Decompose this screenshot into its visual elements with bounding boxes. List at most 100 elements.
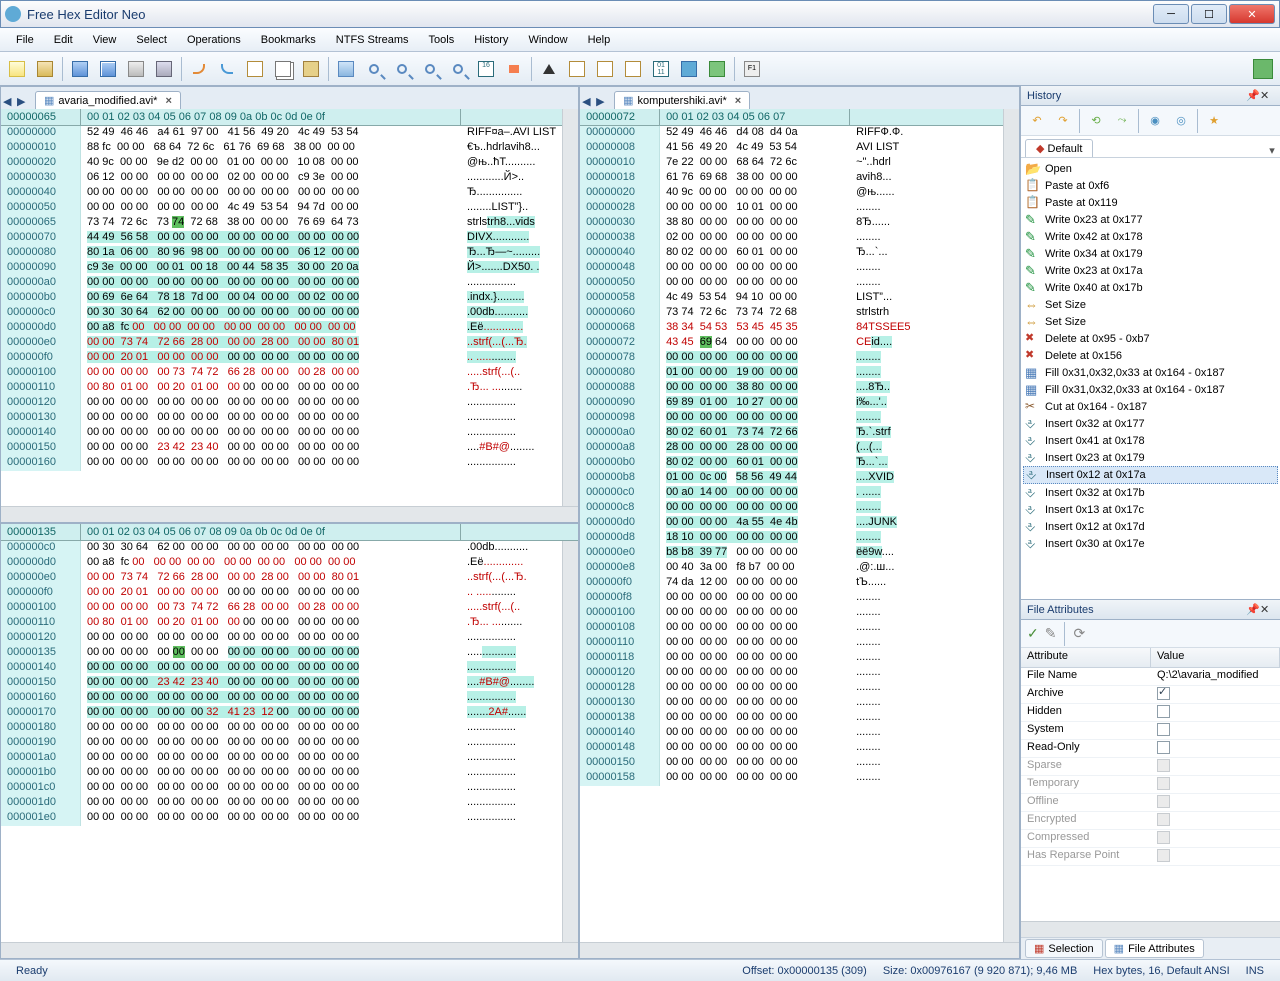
hex-row[interactable]: 0000015800 00 00 00 00 00 00 00........ xyxy=(580,771,1003,786)
scrollbar-horizontal[interactable] xyxy=(1021,921,1280,937)
fileattr-value[interactable] xyxy=(1151,830,1280,847)
hex-row[interactable]: 0000016000 00 00 00 00 00 00 00 00 00 00… xyxy=(1,456,562,471)
fileattr-value[interactable] xyxy=(1151,794,1280,811)
history-tab-dropdown[interactable]: ▾ xyxy=(1264,144,1280,157)
hex-row[interactable]: 0000006573 74 72 6c 73 74 72 68 38 00 00… xyxy=(1,216,562,231)
new-button[interactable] xyxy=(4,56,30,82)
hex-row[interactable]: 000000a000 00 00 00 00 00 00 00 00 00 00… xyxy=(1,276,562,291)
hist-clear-button[interactable]: ⟲ xyxy=(1084,109,1108,133)
fileattr-row[interactable]: Temporary xyxy=(1021,776,1280,794)
fileattr-value[interactable] xyxy=(1151,740,1280,757)
history-item[interactable]: Write 0x34 at 0x179 xyxy=(1023,245,1278,262)
fileattr-row[interactable]: Read-Only xyxy=(1021,740,1280,758)
hex-row[interactable]: 0000009800 00 00 00 00 00 00 00........ xyxy=(580,411,1003,426)
menu-file[interactable]: File xyxy=(6,31,44,49)
hex-row[interactable]: 0000000052 49 46 46 d4 08 d4 0aRIFFФ.Ф. xyxy=(580,126,1003,141)
hex-row[interactable]: 000000f800 00 00 00 00 00 00 00........ xyxy=(580,591,1003,606)
menu-ntfs-streams[interactable]: NTFS Streams xyxy=(326,31,419,49)
hex-row[interactable]: 000000f074 da 12 00 00 00 00 00tЪ...... xyxy=(580,576,1003,591)
hex-row[interactable]: 000000d818 10 00 00 00 00 00 00........ xyxy=(580,531,1003,546)
maximize-button[interactable]: ☐ xyxy=(1191,4,1227,24)
save-all-button[interactable] xyxy=(123,56,149,82)
hex-row[interactable]: 0000011000 80 01 00 00 20 01 00 00 00 00… xyxy=(1,616,562,631)
scrollbar-horizontal[interactable] xyxy=(1,506,578,522)
pin-icon[interactable]: 📌 xyxy=(1246,89,1260,102)
hex-row[interactable]: 000000584c 49 53 54 94 10 00 00LIST”... xyxy=(580,291,1003,306)
menu-edit[interactable]: Edit xyxy=(44,31,83,49)
menu-bookmarks[interactable]: Bookmarks xyxy=(251,31,326,49)
tab-komputershiki[interactable]: ▦ komputershiki.avi* × xyxy=(614,91,750,109)
tab-close-icon[interactable]: × xyxy=(735,95,741,107)
hex-row[interactable]: 0000008080 1a 06 00 80 96 98 00 00 00 00… xyxy=(1,246,562,261)
tool1-button[interactable] xyxy=(536,56,562,82)
hist-save-button[interactable]: ★ xyxy=(1202,109,1226,133)
print-button[interactable] xyxy=(151,56,177,82)
hex-row[interactable]: 0000000841 56 49 20 4c 49 53 54AVI LIST xyxy=(580,141,1003,156)
history-item[interactable]: Insert 0x23 at 0x179 xyxy=(1023,449,1278,466)
hex-row[interactable]: 0000006073 74 72 6c 73 74 72 68strlstrh xyxy=(580,306,1003,321)
undo-button[interactable] xyxy=(186,56,212,82)
history-item[interactable]: Insert 0x32 at 0x177 xyxy=(1023,415,1278,432)
fileattr-value[interactable] xyxy=(1151,686,1280,703)
edit-button[interactable] xyxy=(242,56,268,82)
open-button[interactable] xyxy=(32,56,58,82)
history-item[interactable]: Paste at 0x119 xyxy=(1023,194,1278,211)
menu-history[interactable]: History xyxy=(464,31,518,49)
hex-row[interactable]: 000000c000 a0 14 00 00 00 00 00. ...... xyxy=(580,486,1003,501)
hex-row[interactable]: 0000011800 00 00 00 00 00 00 00........ xyxy=(580,651,1003,666)
hex-row[interactable]: 000001a000 00 00 00 00 00 00 00 00 00 00… xyxy=(1,751,562,766)
hex-row[interactable]: 0000010000 00 00 00 00 73 74 72 66 28 00… xyxy=(1,601,562,616)
find-next-button[interactable] xyxy=(389,56,415,82)
scrollbar-vertical[interactable] xyxy=(562,109,578,506)
menu-window[interactable]: Window xyxy=(518,31,577,49)
hex-row[interactable]: 0000008800 00 00 00 38 80 00 00....8Ђ.. xyxy=(580,381,1003,396)
copy-button[interactable] xyxy=(270,56,296,82)
hex-row[interactable]: 0000010000 00 00 00 00 73 74 72 66 28 00… xyxy=(1,366,562,381)
hex-row[interactable]: 0000014000 00 00 00 00 00 00 00........ xyxy=(580,726,1003,741)
fileattr-row[interactable]: Archive xyxy=(1021,686,1280,704)
hex-row[interactable]: 0000011000 00 00 00 00 00 00 00........ xyxy=(580,636,1003,651)
history-item[interactable]: Insert 0x13 at 0x17c xyxy=(1023,501,1278,518)
hex-row[interactable]: 000000b801 00 0c 00 58 56 49 44....XVID xyxy=(580,471,1003,486)
hex-row[interactable]: 000000b000 69 6e 64 78 18 7d 00 00 04 00… xyxy=(1,291,562,306)
history-tab-default[interactable]: ◆ Default xyxy=(1025,139,1093,157)
hex-row[interactable]: 0000018000 00 00 00 00 00 00 00 00 00 00… xyxy=(1,721,562,736)
hex-row[interactable]: 0000004080 02 00 00 60 01 00 00Ђ...`... xyxy=(580,246,1003,261)
tab-file-attributes[interactable]: ▦File Attributes xyxy=(1105,939,1204,958)
hex-row[interactable]: 0000005000 00 00 00 00 00 00 00 4c 49 53… xyxy=(1,201,562,216)
redo-button[interactable] xyxy=(214,56,240,82)
hex-row[interactable]: 000000d000 a8 fc 00 00 00 00 00 00 00 00… xyxy=(1,321,562,336)
hex-row[interactable]: 0000010800 00 00 00 00 00 00 00........ xyxy=(580,621,1003,636)
hist-list-button[interactable]: ◎ xyxy=(1169,109,1193,133)
fileattr-row[interactable]: System xyxy=(1021,722,1280,740)
tab-close-icon[interactable]: × xyxy=(165,95,171,107)
history-item[interactable]: Insert 0x12 at 0x17d xyxy=(1023,518,1278,535)
save-as-button[interactable] xyxy=(95,56,121,82)
history-item[interactable]: Cut at 0x164 - 0x187 xyxy=(1023,398,1278,415)
menu-select[interactable]: Select xyxy=(126,31,177,49)
hex-row[interactable]: 000000c000 30 30 64 62 00 00 00 00 00 00… xyxy=(1,541,562,556)
hex-row[interactable]: 0000010000 00 00 00 00 00 00 00........ xyxy=(580,606,1003,621)
col-attribute[interactable]: Attribute xyxy=(1021,648,1151,667)
hex-row[interactable]: 0000014800 00 00 00 00 00 00 00........ xyxy=(580,741,1003,756)
hex-row[interactable]: 0000000052 49 46 46 a4 61 97 00 41 56 49… xyxy=(1,126,562,141)
hex-row[interactable]: 0000008001 00 00 00 19 00 00 00........ xyxy=(580,366,1003,381)
next-tab-button[interactable]: ▶ xyxy=(596,95,610,109)
history-item[interactable]: Open xyxy=(1023,160,1278,177)
fileattr-value[interactable] xyxy=(1151,758,1280,775)
history-item[interactable]: Fill 0x31,0x32,0x33 at 0x164 - 0x187 xyxy=(1023,364,1278,381)
menu-tools[interactable]: Tools xyxy=(419,31,465,49)
hex-row[interactable]: 0000012000 00 00 00 00 00 00 00 00 00 00… xyxy=(1,396,562,411)
hex-row[interactable]: 0000012000 00 00 00 00 00 00 00........ xyxy=(580,666,1003,681)
options-button[interactable] xyxy=(333,56,359,82)
hex-row[interactable]: 000000b080 02 00 00 60 01 00 00Ђ...`... xyxy=(580,456,1003,471)
minimize-button[interactable]: ─ xyxy=(1153,4,1189,24)
hist-branch-button[interactable]: ⤳ xyxy=(1110,109,1134,133)
checkbox[interactable] xyxy=(1157,741,1170,754)
hex-row[interactable]: 0000015000 00 00 00 23 42 23 40 00 00 00… xyxy=(1,441,562,456)
hex-editor-left-top[interactable]: 00000065 00 01 02 03 04 05 06 07 08 09 0… xyxy=(1,109,562,506)
hex-row[interactable]: 0000015000 00 00 00 00 00 00 00........ xyxy=(580,756,1003,771)
fileattr-row[interactable]: Offline xyxy=(1021,794,1280,812)
hex-row[interactable]: 0000012000 00 00 00 00 00 00 00 00 00 00… xyxy=(1,631,562,646)
hex-row[interactable]: 0000002800 00 00 00 10 01 00 00........ xyxy=(580,201,1003,216)
